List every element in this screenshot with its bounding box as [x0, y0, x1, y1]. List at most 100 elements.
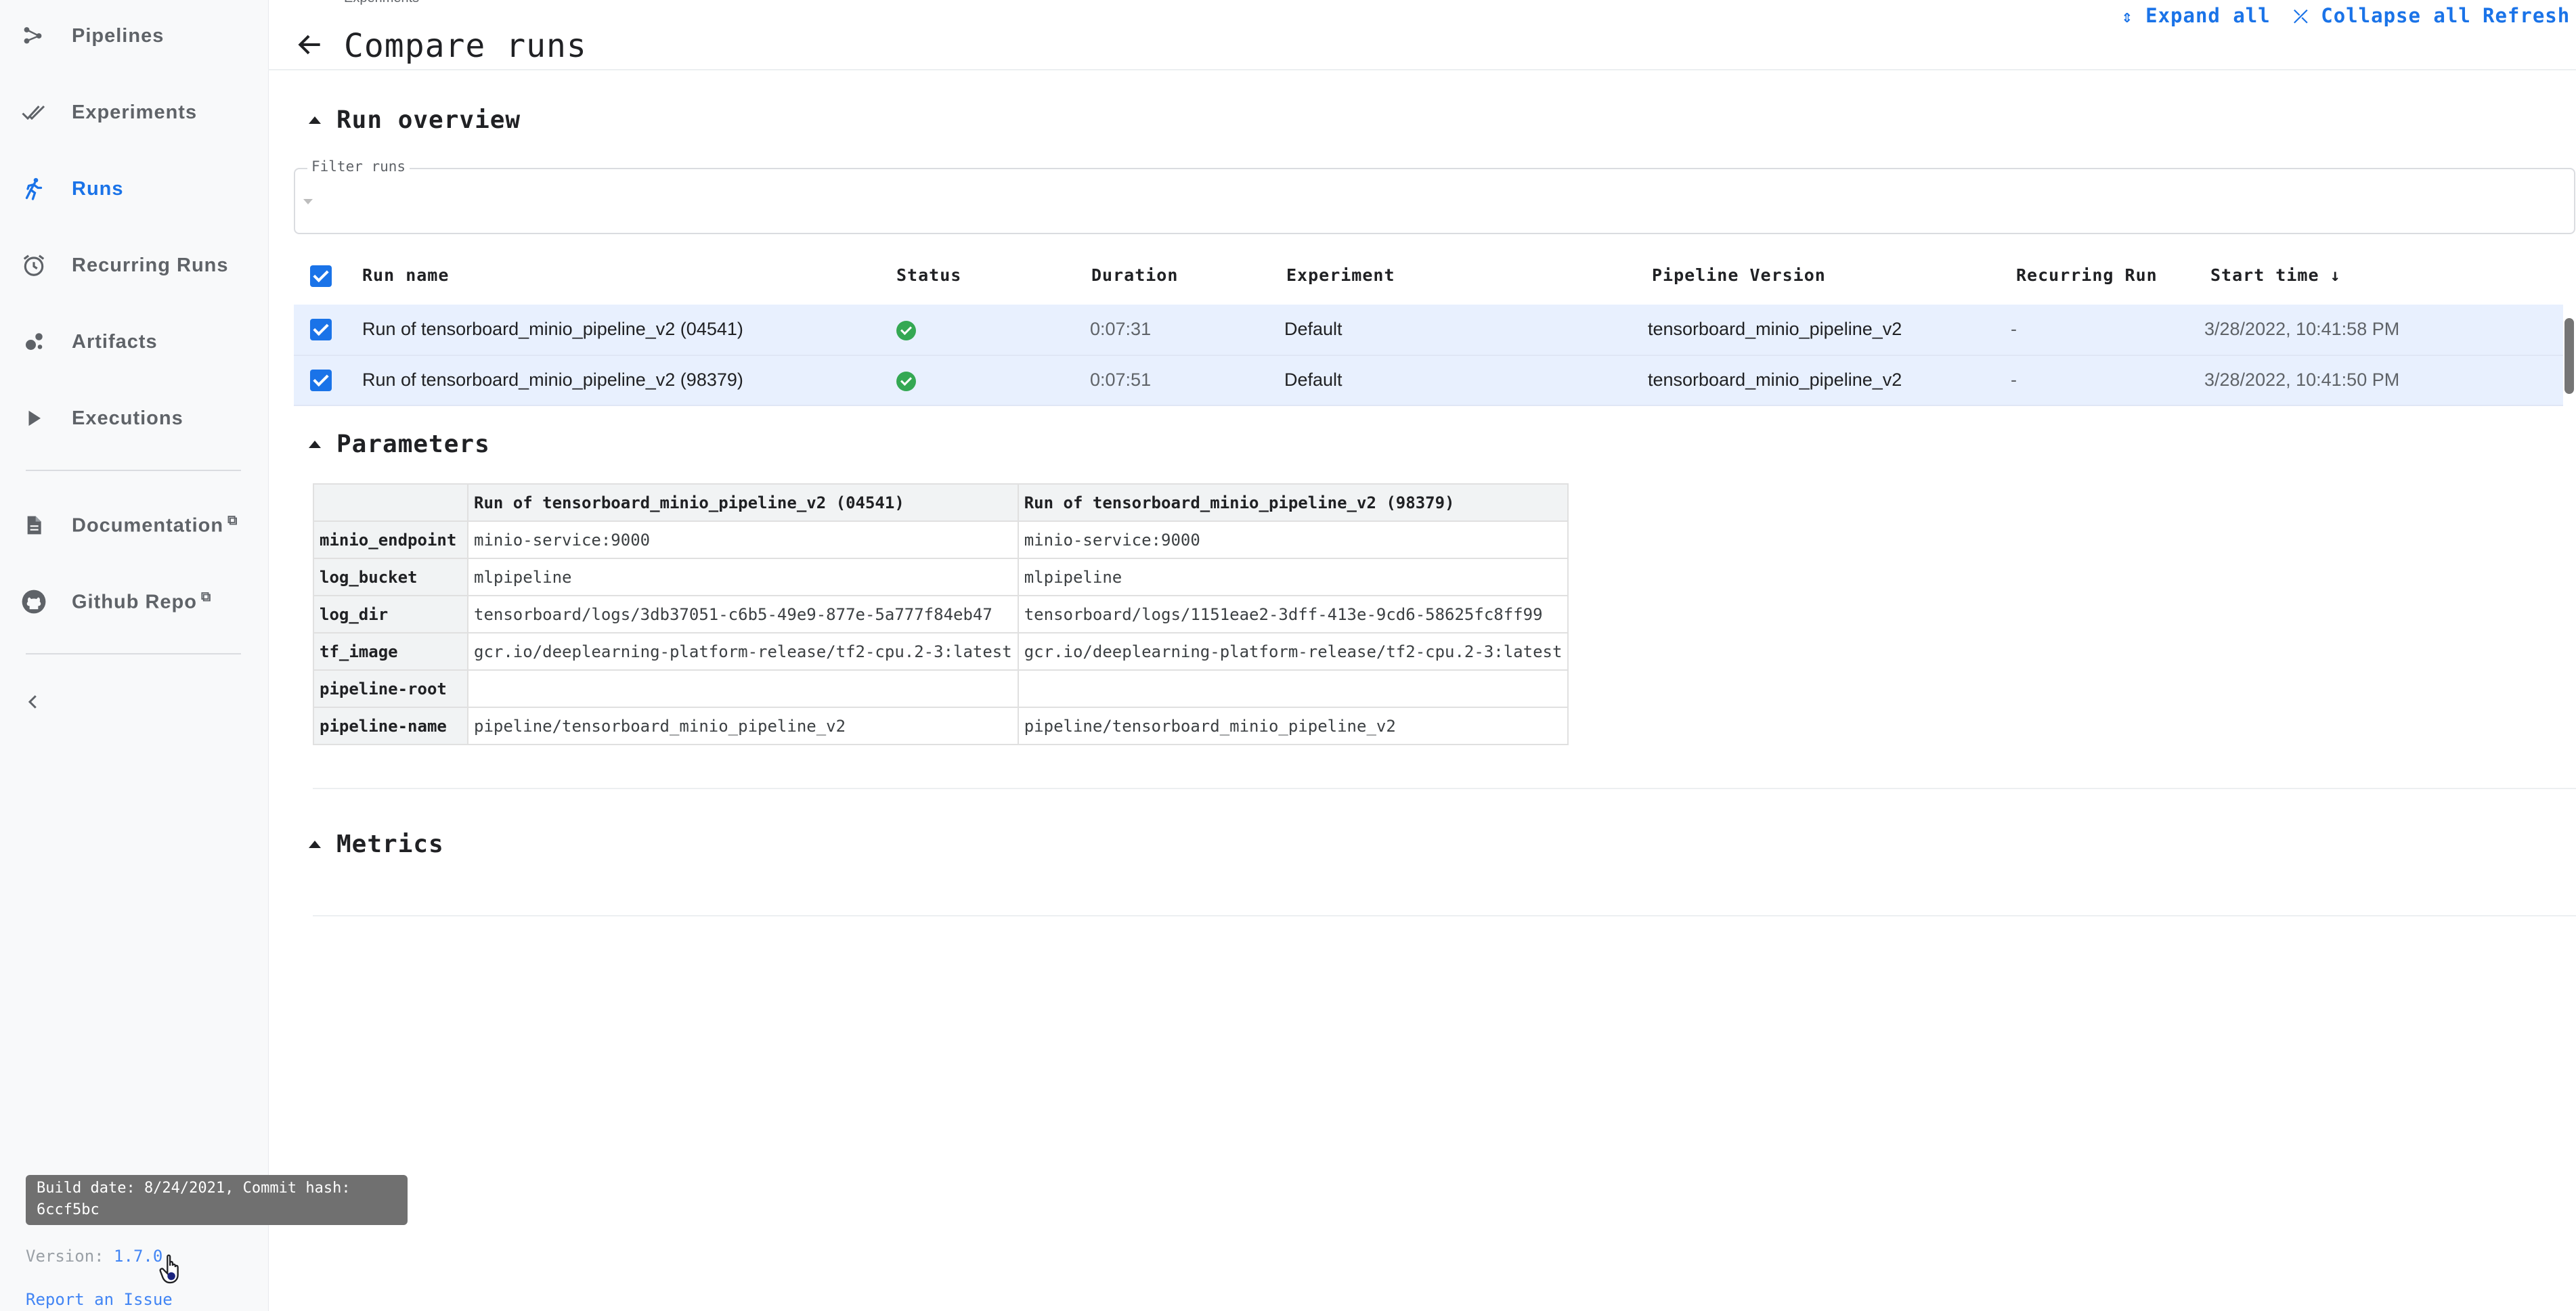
row-checkbox[interactable] [310, 370, 332, 391]
param-value: pipeline/tensorboard_minio_pipeline_v2 [467, 707, 1019, 745]
param-key: tf_image [313, 632, 468, 671]
collapse-all-button[interactable]: ⤫ Collapse all [2294, 4, 2471, 28]
documentation-label: Documentation [72, 514, 224, 537]
version-link[interactable]: 1.7.0 [114, 1247, 162, 1266]
section-divider [313, 915, 2576, 916]
column-header-start-time[interactable]: Start time ↓ [2210, 265, 2341, 285]
breadcrumb[interactable]: Experiments [344, 0, 419, 6]
github-label: Github Repo [72, 591, 197, 613]
expand-all-button[interactable]: ⇕ Expand all [2122, 4, 2271, 27]
run-duration: 0:07:51 [1090, 370, 1152, 390]
run-name[interactable]: Run of tensorboard_minio_pipeline_v2 (98… [362, 370, 743, 391]
run-experiment[interactable]: Default [1284, 319, 1342, 340]
row-checkbox[interactable] [310, 319, 332, 340]
version-info: Version: 1.7.0 [26, 1247, 162, 1266]
param-value: tensorboard/logs/1151eae2-3dff-413e-9cd6… [1017, 595, 1569, 634]
param-key: pipeline-name [313, 707, 468, 745]
filter-runs-input[interactable] [311, 185, 2548, 221]
hand-cursor-icon [157, 1251, 188, 1289]
page-title: Compare runs [344, 27, 587, 65]
param-value: minio-service:9000 [1017, 520, 1569, 559]
sidebar-item-pipelines[interactable]: Pipelines [0, 5, 268, 66]
sidebar-item-label: Runs [72, 177, 124, 200]
parameters-table: Run of tensorboard_minio_pipeline_v2 (04… [313, 483, 1569, 745]
metrics-collapse-icon[interactable] [309, 841, 321, 848]
table-row: pipeline-root [313, 669, 1569, 708]
document-icon [19, 510, 49, 540]
external-link-icon: ⧉ [200, 590, 212, 605]
experiments-icon [19, 97, 49, 127]
metrics-title: Metrics [336, 830, 444, 858]
sidebar: Pipelines Experiments Runs Recurring Run… [0, 0, 408, 1311]
column-header-experiment[interactable]: Experiment [1286, 265, 1395, 285]
back-arrow-icon[interactable] [295, 30, 329, 64]
expand-all-label: Expand all [2145, 4, 2271, 27]
run-pipeline-version[interactable]: tensorboard_minio_pipeline_v2 [1648, 370, 1902, 391]
success-status-icon [896, 321, 916, 340]
run-overview-title: Run overview [336, 106, 521, 134]
run-name[interactable]: Run of tensorboard_minio_pipeline_v2 (04… [362, 319, 743, 340]
run-overview-collapse-icon[interactable] [309, 116, 321, 124]
sidebar-item-runs[interactable]: Runs [0, 158, 268, 219]
param-key: pipeline-root [313, 669, 468, 708]
alarm-icon [19, 250, 49, 280]
sidebar-link-label: Documentation ⧉ [72, 513, 238, 537]
sidebar-item-experiments[interactable]: Experiments [0, 82, 268, 143]
param-value: gcr.io/deeplearning-platform-release/tf2… [467, 632, 1019, 671]
select-all-checkbox[interactable] [310, 265, 332, 287]
sort-descending-icon: ↓ [2330, 265, 2341, 285]
param-key: log_bucket [313, 558, 468, 596]
external-link-icon: ⧉ [227, 513, 238, 529]
sidebar-link-documentation[interactable]: Documentation ⧉ [0, 495, 268, 556]
filter-runs-label: Filter runs [307, 158, 410, 175]
column-header-recurring-run[interactable]: Recurring Run [2016, 265, 2158, 285]
expand-icon: ⇕ [2122, 7, 2133, 27]
param-value: mlpipeline [467, 558, 1019, 596]
sidebar-item-label: Pipelines [72, 24, 165, 47]
param-header-blank [313, 483, 468, 522]
column-header-run-name[interactable]: Run name [362, 265, 449, 285]
table-row: pipeline-name pipeline/tensorboard_minio… [313, 707, 1569, 745]
header-divider [268, 69, 2576, 70]
sidebar-item-executions[interactable]: Executions [0, 388, 268, 449]
param-key: log_dir [313, 595, 468, 634]
report-issue-link[interactable]: Report an Issue [26, 1290, 173, 1309]
column-header-pipeline-version[interactable]: Pipeline Version [1652, 265, 1826, 285]
sidebar-link-label: Github Repo ⧉ [72, 590, 211, 614]
start-time-label: Start time [2210, 265, 2319, 285]
param-value [467, 669, 1019, 708]
sidebar-divider [26, 470, 241, 471]
column-header-duration[interactable]: Duration [1091, 265, 1178, 285]
sidebar-item-recurring-runs[interactable]: Recurring Runs [0, 235, 268, 296]
run-recurring-run: - [2011, 319, 2017, 339]
sidebar-item-label: Executions [72, 407, 183, 429]
table-header-row: Run of tensorboard_minio_pipeline_v2 (04… [313, 483, 1569, 522]
runs-icon [19, 174, 49, 204]
table-row: log_dir tensorboard/logs/3db37051-c6b5-4… [313, 595, 1569, 634]
section-divider [313, 788, 2576, 789]
pipelines-icon [19, 21, 49, 51]
sidebar-item-label: Recurring Runs [72, 254, 229, 276]
artifacts-icon [19, 327, 49, 357]
collapse-sidebar-icon[interactable] [23, 692, 50, 719]
parameters-collapse-icon[interactable] [309, 441, 321, 448]
scrollbar[interactable] [2564, 318, 2574, 394]
table-row: minio_endpoint minio-service:9000 minio-… [313, 520, 1569, 559]
table-row: tf_image gcr.io/deeplearning-platform-re… [313, 632, 1569, 671]
play-icon [19, 403, 49, 433]
column-header-status[interactable]: Status [896, 265, 961, 285]
sidebar-item-artifacts[interactable]: Artifacts [0, 311, 268, 372]
run-recurring-run: - [2011, 370, 2017, 390]
sidebar-link-github[interactable]: Github Repo ⧉ [0, 571, 268, 632]
param-value: minio-service:9000 [467, 520, 1019, 559]
refresh-button[interactable]: Refresh [2483, 4, 2570, 27]
run-pipeline-version[interactable]: tensorboard_minio_pipeline_v2 [1648, 319, 1902, 340]
run-start-time: 3/28/2022, 10:41:58 PM [2204, 319, 2400, 339]
run-duration: 0:07:31 [1090, 319, 1152, 339]
param-value: gcr.io/deeplearning-platform-release/tf2… [1017, 632, 1569, 671]
sidebar-divider [26, 653, 241, 654]
param-value: pipeline/tensorboard_minio_pipeline_v2 [1017, 707, 1569, 745]
run-experiment[interactable]: Default [1284, 370, 1342, 391]
collapse-icon: ⤫ [2294, 7, 2309, 27]
version-label: Version: [26, 1247, 104, 1266]
